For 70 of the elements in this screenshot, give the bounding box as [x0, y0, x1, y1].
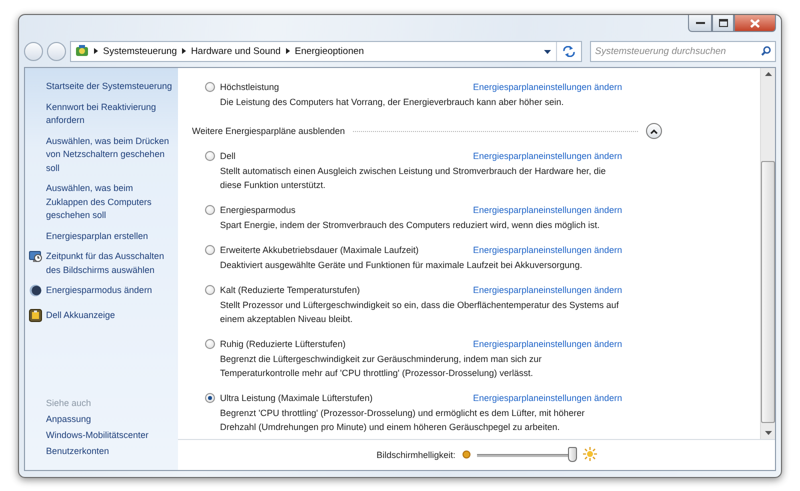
plan-description: Deaktiviert ausgewählte Geräte und Funktionen für maximale Laufzeit bei Akkuversorgung. — [220, 259, 584, 272]
breadcrumb[interactable]: Hardware und Sound — [190, 46, 281, 56]
section-heading: Weitere Energiesparpläne ausblenden — [192, 126, 345, 136]
plan-name: Kalt (Reduzierte Temperaturstufen) — [220, 285, 361, 295]
plan-settings-link[interactable]: Energiesparplaneinstellungen ändern — [473, 205, 622, 215]
scroll-down-icon[interactable] — [764, 431, 772, 435]
radio-button[interactable] — [205, 245, 215, 255]
collapse-button[interactable] — [646, 123, 662, 139]
section-heading: Siehe auch — [46, 398, 92, 408]
plan-description: Die Leistung des Computers hat Vorrang, der Energieverbrauch kann aber höher sein. — [220, 96, 565, 109]
radio-button[interactable] — [205, 151, 215, 161]
radio-button[interactable] — [205, 393, 215, 403]
close-icon — [750, 18, 760, 28]
minimize-icon — [696, 21, 704, 25]
breadcrumb[interactable]: Energieoptionen — [294, 46, 364, 56]
search-field[interactable]: Systemsteuerung durchsuchen — [590, 40, 776, 62]
close-button[interactable] — [734, 15, 776, 32]
plan-settings-link[interactable]: Energiesparplaneinstellungen ändern — [473, 285, 622, 295]
battery-gauge-icon — [29, 308, 42, 322]
plan-description: Stellt automatisch einen Ausgleich zwischen Leistung und Stromverbrauch der Hardware her, die diese Funktion unterstützt. — [220, 165, 607, 192]
brightness-label: Bildschirmhelligkeit: — [376, 450, 456, 460]
plan-name: Energiesparmodus — [220, 205, 297, 215]
sidebar-link[interactable]: Anpassung — [46, 414, 177, 424]
sidebar-link[interactable]: Auswählen, was beim Drücken von Netzschaltern geschehen soll — [46, 134, 177, 175]
sidebar-link[interactable]: Windows-Mobilitätscenter — [46, 430, 177, 440]
radio-button[interactable] — [205, 339, 215, 349]
sidebar-link[interactable]: Startseite der Systemsteuerung — [46, 80, 172, 94]
sidebar-link[interactable]: Energiesparmodus ändern — [46, 284, 152, 302]
maximize-button[interactable] — [712, 15, 734, 32]
plan-name: Ultra Leistung (Maximale Lüfterstufen) — [220, 393, 374, 403]
refresh-icon[interactable] — [563, 46, 575, 56]
dropdown-icon[interactable] — [544, 50, 551, 54]
monitor-clock-icon — [29, 250, 42, 263]
plan-name: Erweiterte Akkubetriebsdauer (Maximale Laufzeit) — [220, 245, 420, 255]
control-panel-icon — [75, 44, 89, 58]
bright-sun-icon — [582, 447, 597, 461]
dim-sun-icon — [462, 450, 471, 458]
plan-name: Ruhig (Reduzierte Lüfterstufen) — [220, 339, 347, 349]
plan-name: Höchstleistung — [220, 82, 280, 92]
sidebar-link[interactable]: Energiesparplan erstellen — [46, 230, 148, 243]
plan-settings-link[interactable]: Energiesparplaneinstellungen ändern — [473, 151, 622, 161]
maximize-icon — [718, 19, 728, 27]
plan-name: Dell — [220, 151, 237, 161]
radio-button[interactable] — [205, 82, 215, 92]
scroll-up-icon[interactable] — [764, 72, 772, 76]
plan-settings-link[interactable]: Energiesparplaneinstellungen ändern — [473, 245, 622, 255]
plan-description: Spart Energie, indem der Stromverbrauch des Computers reduziert wird, wenn dies möglich ist. — [220, 219, 601, 232]
sidebar-link[interactable]: Benutzerkonten — [46, 446, 177, 456]
radio-button[interactable] — [205, 285, 215, 295]
plan-description: Stellt Prozessor und Lüftergeschwindigkeit so ein, dass die Oberflächentemperatur des Systems auf einem akzeptablen Niveau bleibt. — [220, 299, 620, 326]
plan-description: Begrenzt die Lüftergeschwindigkeit zur Geräuschminderung, indem man sich zur Temperaturkontrolle mehr auf 'CPU throttling' (Prozessor-Drosselung) verlässt. — [220, 353, 543, 380]
slider-thumb[interactable] — [568, 447, 577, 462]
sidebar-link[interactable]: Zeitpunkt für das Ausschalten des Bildschirms auswählen — [46, 250, 177, 277]
address-bar[interactable]: Systemsteuerung Hardware und Sound Energieoptionen — [70, 40, 582, 62]
plan-settings-link[interactable]: Energiesparplaneinstellungen ändern — [473, 339, 622, 349]
scroll-thumb[interactable] — [761, 161, 775, 423]
sidebar-link[interactable]: Kennwort bei Reaktivierung anfordern — [46, 100, 177, 128]
plan-settings-link[interactable]: Energiesparplaneinstellungen ändern — [473, 393, 622, 403]
minimize-button[interactable] — [688, 15, 712, 32]
search-icon — [761, 46, 771, 56]
plan-description: Begrenzt 'CPU throttling' (Prozessor-Drosselung) und ermöglicht es dem Lüfter, mit höherer Drehzahl (Umdrehungen pro Minute) und einem höheren Geräuschpegel zu arbeiten. — [220, 407, 586, 434]
scrollbar[interactable] — [760, 68, 775, 439]
breadcrumb[interactable]: Systemsteuerung — [103, 46, 177, 56]
radio-button[interactable] — [205, 205, 215, 215]
brightness-slider[interactable] — [476, 447, 577, 463]
plan-settings-link[interactable]: Energiesparplaneinstellungen ändern — [473, 82, 622, 92]
sidebar-link[interactable]: Dell Akkuanzeige — [46, 308, 116, 326]
sidebar-link[interactable]: Auswählen, was beim Zuklappen des Computers geschehen soll — [46, 182, 177, 222]
chevron-up-icon — [650, 128, 658, 134]
moon-icon — [29, 284, 42, 297]
